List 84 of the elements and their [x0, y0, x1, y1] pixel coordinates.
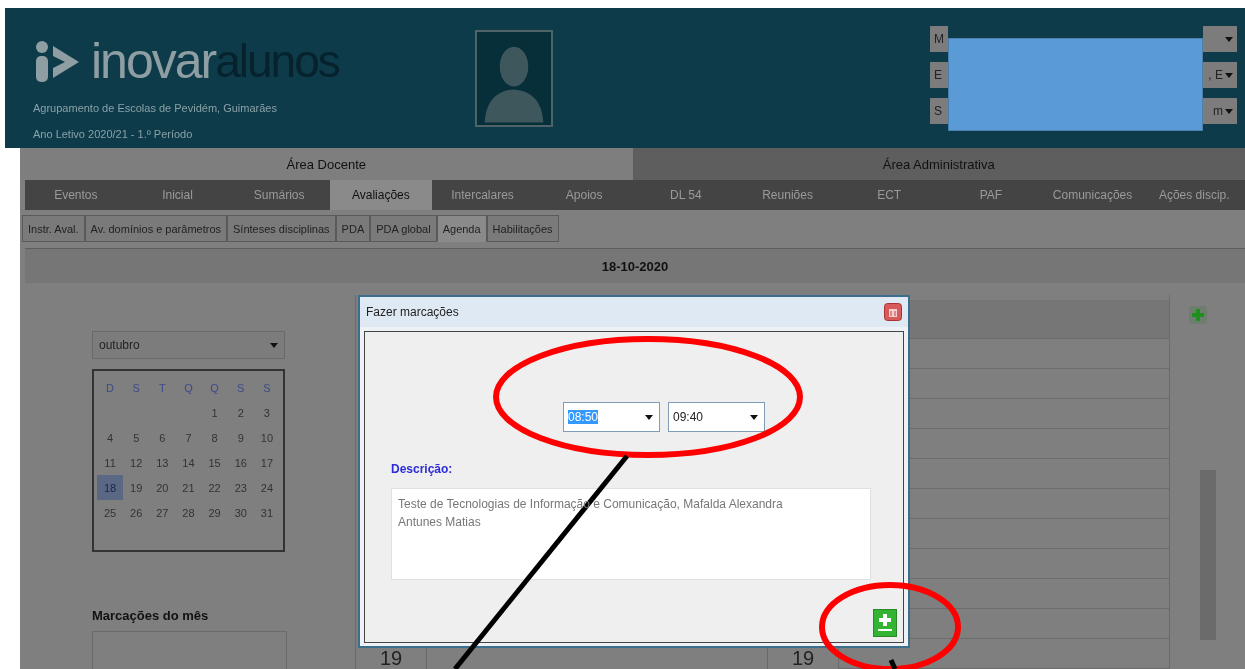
month-dropdown[interactable]: outubro [92, 331, 285, 359]
dialog-title: Fazer marcações [366, 305, 459, 319]
weekday-label: S [262, 380, 272, 396]
dropdown[interactable]: , E [1203, 62, 1237, 88]
sub-tab[interactable]: PDA global [370, 215, 437, 242]
calendar-day[interactable]: 10 [253, 425, 280, 450]
calendar-day[interactable]: 9 [227, 425, 254, 450]
weekday-label: T [158, 380, 167, 396]
sub-tab[interactable]: Av. domínios e parâmetros [84, 215, 227, 242]
calendar-day[interactable]: 15 [201, 450, 228, 475]
calendar-day[interactable]: 12 [123, 450, 150, 475]
sub-tab[interactable]: Instr. Aval. [22, 215, 85, 242]
close-icon[interactable] [884, 303, 902, 321]
nav-tab[interactable]: DL 54 [635, 180, 737, 210]
calendar-day[interactable]: 29 [201, 500, 228, 525]
date-heading: 18-10-2020 [25, 248, 1245, 283]
nav-tab[interactable]: Comunicações [1041, 180, 1144, 210]
nav-tab[interactable]: Avaliações [330, 180, 432, 210]
dropdown[interactable] [1203, 26, 1237, 52]
sub-tab[interactable]: Habilitações [486, 215, 559, 242]
sub-tab[interactable]: Sínteses disciplinas [227, 215, 336, 242]
field-label: Descrição: [391, 462, 454, 476]
nav-tab[interactable]: Sumários [228, 180, 330, 210]
nav-tab[interactable]: Reuniões [736, 180, 839, 210]
calendar-day[interactable]: 5 [123, 425, 150, 450]
weekday-label: S [236, 380, 246, 396]
weekday-label: S [131, 380, 141, 396]
calendar-day[interactable]: 17 [253, 450, 280, 475]
logo-text: inovar [91, 36, 216, 86]
calendar-day[interactable]: 28 [175, 500, 202, 525]
dropdown-text: M [930, 26, 948, 52]
weekday-label: Q [183, 380, 194, 396]
calendar-day[interactable]: 23 [227, 475, 254, 500]
calendar-day[interactable]: 6 [149, 425, 176, 450]
caret-icon [1225, 36, 1233, 42]
calendar-day[interactable]: 24 [253, 475, 280, 500]
dropdown[interactable]: m [1203, 98, 1237, 124]
nav-tab[interactable]: Intercalares [431, 180, 534, 210]
dropdown-text: E [930, 62, 948, 88]
weekday-label: D [105, 380, 116, 396]
sub-tab[interactable]: Agenda [436, 215, 487, 242]
calendar-day[interactable]: 8 [201, 425, 228, 450]
calendar-day[interactable]: 19 [123, 475, 150, 500]
calendar-day[interactable]: 3 [253, 400, 280, 425]
calendar-day[interactable]: 13 [149, 450, 176, 475]
calendar-day[interactable]: 26 [123, 500, 150, 525]
calendar-day[interactable]: 20 [149, 475, 176, 500]
calendar-day[interactable]: 4 [97, 425, 124, 450]
nav-tab[interactable]: PAF [940, 180, 1042, 210]
nav-tab[interactable]: Eventos [25, 180, 127, 210]
nav-tab[interactable]: Apoios [533, 180, 636, 210]
end-time-select[interactable]: 09:40 [668, 402, 765, 432]
sub-tab[interactable]: PDA [335, 215, 371, 242]
calendar-day[interactable]: 31 [253, 500, 280, 525]
calendar-day[interactable]: 21 [175, 475, 202, 500]
caret-icon [645, 414, 653, 420]
calendar-day[interactable]: 1 [201, 400, 228, 425]
calendar-day[interactable]: 2 [227, 400, 254, 425]
nav-tab[interactable]: ECT [838, 180, 941, 210]
caret-icon [1225, 72, 1233, 78]
caret-icon [1225, 108, 1233, 114]
dropdown-text: S [930, 98, 948, 124]
nav-tab[interactable]: Ações discip. [1143, 180, 1245, 210]
calendar-day[interactable]: 30 [227, 500, 254, 525]
calendar-day[interactable]: 22 [201, 475, 228, 500]
add-button[interactable] [873, 609, 897, 637]
start-time-select[interactable]: 08:50 [563, 402, 660, 432]
calendar-day[interactable]: 16 [227, 450, 254, 475]
calendar-day[interactable]: 27 [149, 500, 176, 525]
calendar-day[interactable]: 7 [175, 425, 202, 450]
calendar-day[interactable]: 25 [97, 500, 124, 525]
day-number: 19 [378, 647, 404, 669]
area-tab[interactable]: Área Administrativa [632, 148, 1245, 180]
school-year: Ano Letivo 2020/21 - 1.º Período [33, 128, 194, 140]
caret-icon [750, 414, 758, 420]
caret-icon [270, 342, 278, 348]
section-title: Marcações do mês [92, 608, 210, 623]
calendar-day[interactable]: 11 [97, 450, 124, 475]
calendar-day[interactable]: 18 [97, 475, 124, 500]
day-number: 19 [790, 647, 816, 669]
calendar-day[interactable]: 14 [175, 450, 202, 475]
weekday-label: Q [209, 380, 220, 396]
school-name: Agrupamento de Escolas de Pevidém, Guimarães [33, 102, 278, 114]
nav-tab[interactable]: Inicial [126, 180, 229, 210]
